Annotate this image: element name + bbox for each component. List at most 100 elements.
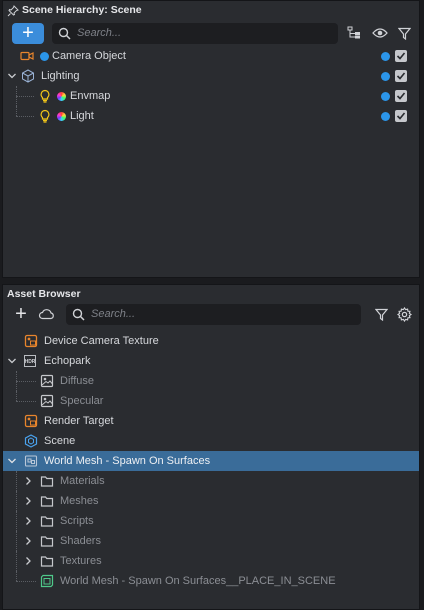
asset-item-meshes[interactable]: Meshes <box>3 491 419 511</box>
visibility-dot[interactable] <box>381 72 390 81</box>
asset-item-echopark[interactable]: HDR Echopark <box>3 351 419 371</box>
scene-item-label: Envmap <box>70 90 111 102</box>
folder-icon <box>40 556 54 567</box>
image-icon <box>40 374 54 388</box>
pin-icon[interactable] <box>7 4 19 17</box>
enabled-checkbox[interactable] <box>395 110 407 122</box>
texture-icon <box>24 334 38 348</box>
scene-item-label: Lighting <box>41 70 80 82</box>
bulb-icon <box>40 89 50 103</box>
chevron-right-icon[interactable] <box>23 495 33 507</box>
visibility-dot[interactable] <box>381 112 390 121</box>
asset-item-shaders[interactable]: Shaders <box>3 531 419 551</box>
asset-search-input[interactable]: Search... <box>66 303 361 325</box>
asset-browser-toolbar: + Search... <box>3 302 419 325</box>
image-icon <box>40 394 54 408</box>
chevron-right-icon[interactable] <box>23 555 33 567</box>
asset-item-specular[interactable]: Specular <box>3 391 419 411</box>
folder-icon <box>40 496 54 507</box>
asset-item-label: Specular <box>60 395 104 407</box>
gear-icon[interactable] <box>396 306 413 323</box>
chevron-right-icon[interactable] <box>23 515 33 527</box>
scene-item-label: Light <box>70 110 94 122</box>
visibility-dot[interactable] <box>381 52 390 61</box>
enabled-checkbox[interactable] <box>395 90 407 102</box>
tree-guide <box>16 391 17 401</box>
asset-tree: Device Camera Texture HDR Echopark Diffu… <box>3 331 419 591</box>
scene-tree: Camera Object Lighting Envmap Light <box>3 46 419 126</box>
hierarchy-icon[interactable] <box>346 25 363 42</box>
folder-icon <box>40 476 54 487</box>
folder-icon <box>40 516 54 527</box>
asset-browser-header: Asset Browser <box>3 285 419 304</box>
asset-item-label: Diffuse <box>60 375 95 387</box>
scene-icon <box>24 434 38 448</box>
prefab-icon <box>40 574 54 588</box>
asset-item-label: Textures <box>60 555 102 567</box>
scene-hierarchy-header: Scene Hierarchy: Scene <box>3 1 419 20</box>
folder-icon <box>40 536 54 547</box>
asset-item-label: Scene <box>44 435 76 447</box>
asset-item-scripts[interactable]: Scripts <box>3 511 419 531</box>
asset-item-scene[interactable]: Scene <box>3 431 419 451</box>
asset-browser-panel: Asset Browser + Search... Device Camera … <box>2 284 420 610</box>
cloud-icon[interactable] <box>36 306 56 323</box>
asset-item-label: Shaders <box>60 535 101 547</box>
filter-icon[interactable] <box>373 306 390 323</box>
asset-item-materials[interactable]: Materials <box>3 471 419 491</box>
chevron-down-icon[interactable] <box>7 70 17 82</box>
tree-guide <box>16 571 17 581</box>
tree-guide <box>16 381 36 382</box>
asset-item-place-in-scene[interactable]: World Mesh - Spawn On Surfaces__PLACE_IN… <box>3 571 419 591</box>
camera-icon <box>20 51 34 61</box>
chevron-right-icon[interactable] <box>23 475 33 487</box>
asset-item-label: Echopark <box>44 355 91 367</box>
render-target-icon <box>24 414 38 428</box>
chevron-down-icon[interactable] <box>7 355 17 367</box>
enabled-checkbox[interactable] <box>395 50 407 62</box>
camera-color-dot <box>40 52 49 61</box>
scene-item-light[interactable]: Light <box>3 106 419 126</box>
tree-guide <box>16 96 34 97</box>
chevron-right-icon[interactable] <box>23 535 33 547</box>
add-label: + <box>22 22 34 44</box>
scene-item-camera-object[interactable]: Camera Object <box>3 46 419 66</box>
scene-search-input[interactable]: Search... <box>52 22 338 44</box>
tree-guide <box>16 491 17 511</box>
add-scene-object-button[interactable]: + <box>12 22 44 44</box>
scene-item-label: Camera Object <box>52 50 126 62</box>
asset-item-render-target[interactable]: Render Target <box>3 411 419 431</box>
svg-text:HDR: HDR <box>25 359 36 365</box>
bulb-icon <box>40 109 50 123</box>
visibility-dot[interactable] <box>381 92 390 101</box>
mesh-icon <box>24 455 38 467</box>
scene-hierarchy-title: Scene Hierarchy: Scene <box>22 4 142 16</box>
scene-hierarchy-toolbar: + Search... <box>3 20 419 46</box>
search-icon <box>72 308 85 321</box>
scene-item-envmap[interactable]: Envmap <box>3 86 419 106</box>
asset-item-world-mesh[interactable]: World Mesh - Spawn On Surfaces <box>3 451 419 471</box>
hdr-icon: HDR <box>24 355 36 367</box>
asset-item-diffuse[interactable]: Diffuse <box>3 371 419 391</box>
asset-item-label: World Mesh - Spawn On Surfaces <box>44 455 211 467</box>
scene-item-lighting[interactable]: Lighting <box>3 66 419 86</box>
scene-hierarchy-panel: Scene Hierarchy: Scene + Search... Camer… <box>2 0 420 278</box>
tree-guide <box>16 551 17 571</box>
filter-icon[interactable] <box>396 25 413 42</box>
tree-guide <box>16 116 34 117</box>
asset-item-textures[interactable]: Textures <box>3 551 419 571</box>
asset-item-label: Render Target <box>44 415 114 427</box>
asset-item-label: Scripts <box>60 515 94 527</box>
color-wheel-icon <box>57 92 66 101</box>
enabled-checkbox[interactable] <box>395 70 407 82</box>
search-placeholder: Search... <box>91 308 136 320</box>
eye-icon[interactable] <box>371 25 388 42</box>
tree-guide <box>16 106 17 116</box>
chevron-down-icon[interactable] <box>7 455 17 467</box>
asset-item-device-camera-texture[interactable]: Device Camera Texture <box>3 331 419 351</box>
lighting-icon <box>22 69 34 83</box>
asset-item-label: Meshes <box>60 495 99 507</box>
tree-guide <box>16 401 36 402</box>
add-asset-button[interactable]: + <box>12 302 30 325</box>
add-label: + <box>15 302 27 325</box>
